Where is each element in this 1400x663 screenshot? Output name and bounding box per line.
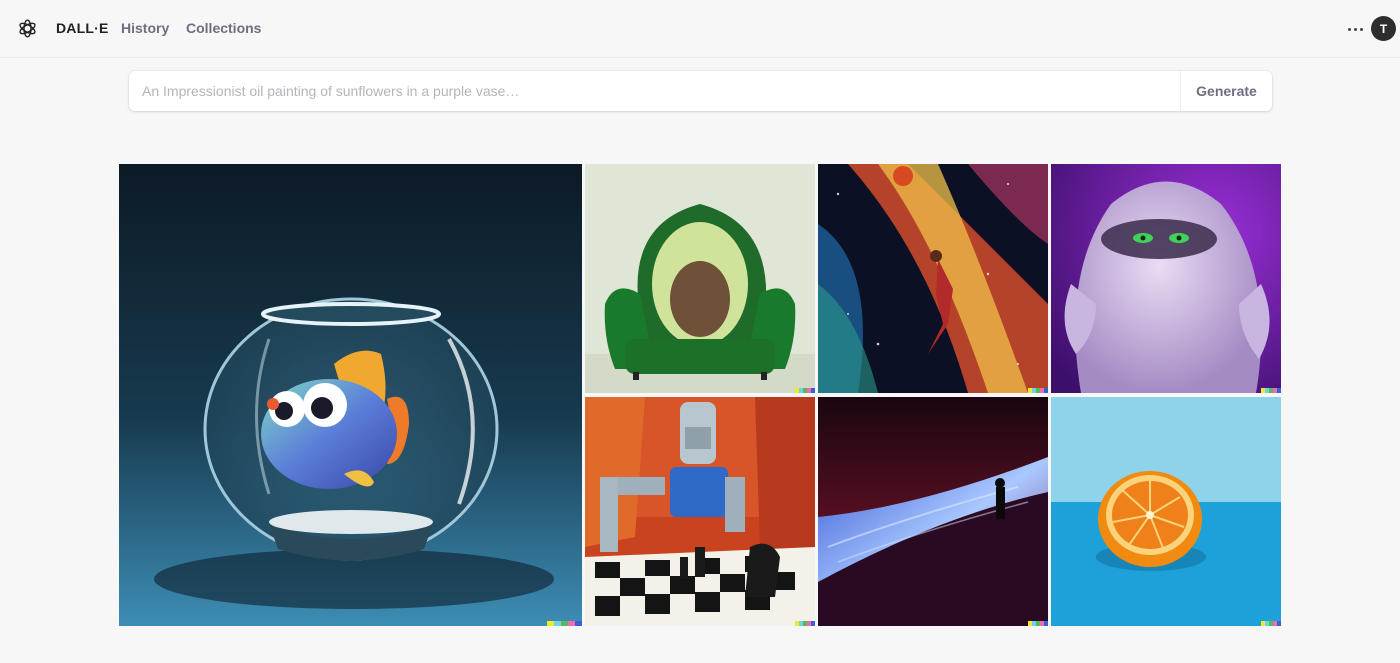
signature-watermark <box>795 621 815 626</box>
signature-watermark <box>795 388 815 393</box>
nav-collections-link[interactable]: Collections <box>186 20 261 36</box>
signature-watermark <box>1028 388 1048 393</box>
openai-logo-icon[interactable] <box>17 18 38 39</box>
generate-button[interactable]: Generate <box>1180 71 1272 111</box>
more-options-button[interactable] <box>1343 17 1367 41</box>
more-horizontal-icon <box>1347 27 1351 31</box>
dune-silhouette-image[interactable] <box>818 397 1048 626</box>
nav-history-link[interactable]: History <box>121 20 169 36</box>
brand-title[interactable]: DALL·E <box>56 20 109 36</box>
robot-chess-painting-image[interactable] <box>585 397 815 626</box>
prompt-input[interactable] <box>129 71 1180 111</box>
fish-in-bowl-image[interactable] <box>119 164 582 626</box>
orange-half-image[interactable] <box>1051 397 1281 626</box>
signature-watermark <box>1028 621 1048 626</box>
top-navigation-bar: DALL·E History Collections T <box>0 0 1400 58</box>
prompt-bar: Generate <box>129 71 1272 111</box>
space-basketball-image[interactable] <box>818 164 1048 393</box>
purple-furry-monster-image[interactable] <box>1051 164 1281 393</box>
signature-watermark <box>547 621 582 626</box>
avocado-armchair-image[interactable] <box>585 164 815 393</box>
signature-watermark <box>1261 388 1281 393</box>
signature-watermark <box>1261 621 1281 626</box>
user-avatar[interactable]: T <box>1371 16 1396 41</box>
